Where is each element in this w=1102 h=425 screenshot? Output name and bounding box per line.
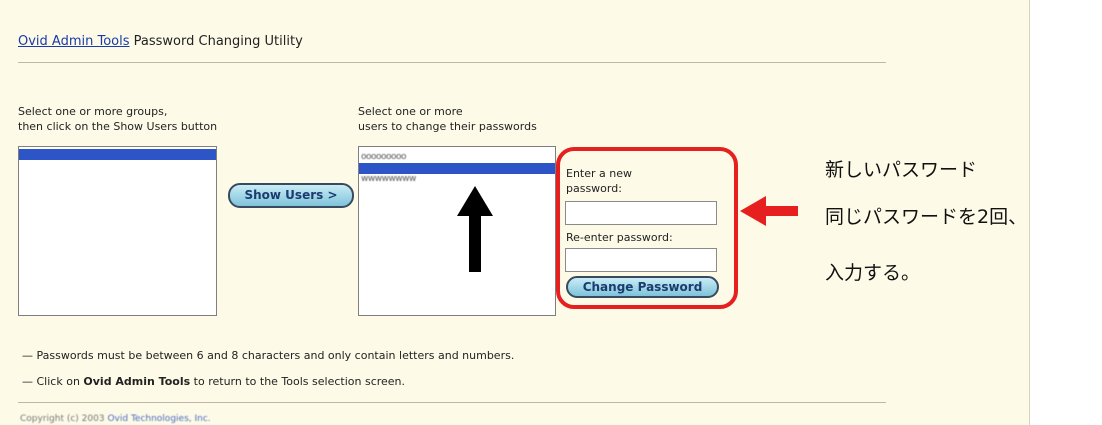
note-dash: — xyxy=(22,375,33,388)
annotation-line1: 新しいパスワード xyxy=(825,159,978,181)
user-option[interactable]: wwwwwwww xyxy=(359,174,555,185)
users-instruction-line2: users to change their passwords xyxy=(358,120,537,133)
note-return: — Click on Ovid Admin Tools to return to… xyxy=(22,375,405,388)
user-option[interactable]: ooooooooo xyxy=(359,152,555,163)
note-password-rules-text: Passwords must be between 6 and 8 charac… xyxy=(36,349,515,362)
show-users-button[interactable]: Show Users > xyxy=(228,183,354,208)
note-return-bold: Ovid Admin Tools xyxy=(83,375,191,388)
group-option-selected[interactable] xyxy=(19,149,216,160)
groups-listbox[interactable] xyxy=(18,146,217,316)
groups-instruction-line1: Select one or more groups, xyxy=(18,105,168,118)
password-callout-box xyxy=(556,147,738,309)
groups-instruction-line2: then click on the Show Users button xyxy=(18,120,218,133)
divider xyxy=(18,62,886,63)
copyright-text: Copyright (c) 2003 xyxy=(20,414,105,424)
users-instruction: Select one or more users to change their… xyxy=(358,104,537,134)
up-arrow-icon xyxy=(457,186,493,272)
footer-divider xyxy=(18,402,886,403)
left-arrow-icon xyxy=(740,196,798,226)
copyright: Copyright (c) 2003 Ovid Technologies, In… xyxy=(20,414,211,424)
note-dash: — xyxy=(22,349,33,362)
note-return-post: to return to the Tools selection screen. xyxy=(190,375,406,388)
annotation-line2: 同じパスワードを2回、 xyxy=(825,206,1028,228)
groups-instruction: Select one or more groups, then click on… xyxy=(18,104,217,134)
users-instruction-line1: Select one or more xyxy=(358,105,463,118)
company-link[interactable]: Ovid Technologies, Inc. xyxy=(107,414,210,424)
page-title-text: Password Changing Utility xyxy=(133,34,303,49)
annotation-line3: 入力する。 xyxy=(825,262,921,284)
user-option-selected[interactable] xyxy=(359,163,555,174)
note-return-pre: Click on xyxy=(36,375,84,388)
note-password-rules: — Passwords must be between 6 and 8 char… xyxy=(22,349,514,362)
page-title: Ovid Admin Tools Password Changing Utili… xyxy=(18,34,303,49)
ovid-admin-tools-link[interactable]: Ovid Admin Tools xyxy=(18,34,130,49)
